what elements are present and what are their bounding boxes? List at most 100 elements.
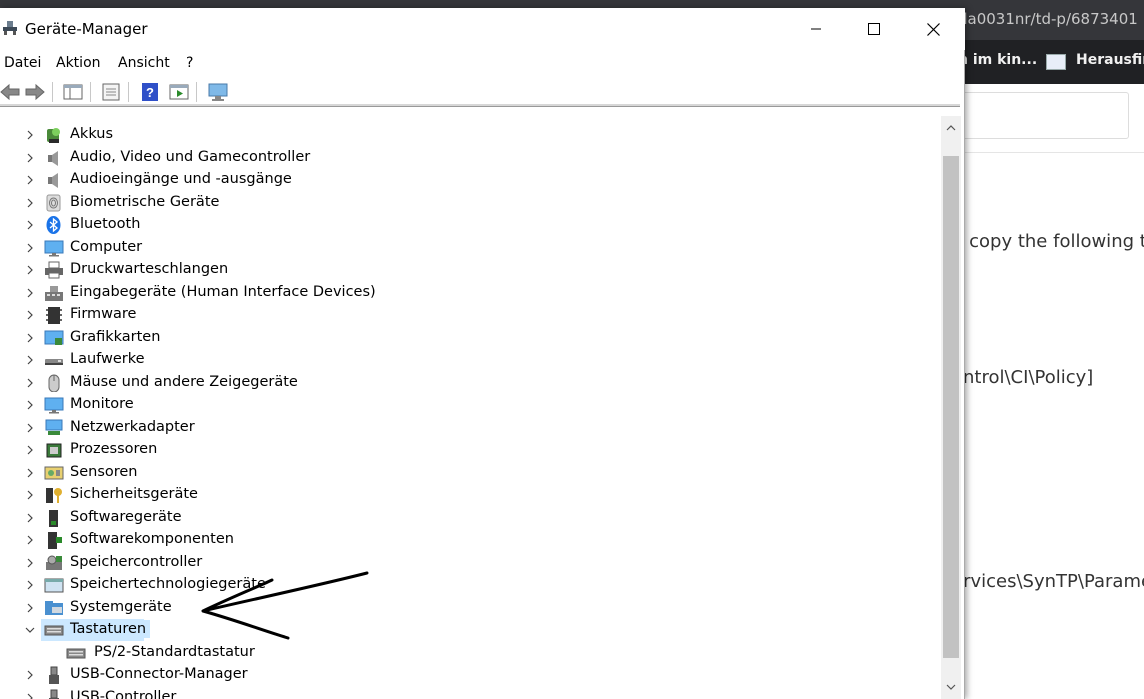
chevron-right-icon[interactable] (24, 352, 36, 368)
scroll-down-button[interactable] (941, 677, 961, 697)
tree-category-item[interactable]: Softwarekomponenten (0, 529, 940, 551)
battery-icon (44, 126, 64, 144)
tree-category-item[interactable]: Mäuse und andere Zeigegeräte (0, 372, 940, 394)
tree-category-item[interactable]: Monitore (0, 394, 940, 416)
console-tree-button[interactable] (61, 80, 85, 104)
menu-ansicht[interactable]: Ansicht (118, 55, 170, 71)
chevron-right-icon[interactable] (24, 397, 36, 413)
tree-category-item[interactable]: USB-Controller (0, 687, 940, 699)
chevron-right-icon[interactable] (24, 532, 36, 548)
chevron-right-icon[interactable] (24, 442, 36, 458)
browser-url-text[interactable]: da0031nr/td-p/6873401 (958, 10, 1138, 28)
chevron-right-icon[interactable] (24, 285, 36, 301)
chevron-right-icon[interactable] (24, 172, 36, 188)
software-device-icon (44, 509, 64, 527)
tree-item-label: Laufwerke (70, 351, 145, 367)
chevron-right-icon[interactable] (24, 465, 36, 481)
chevron-down-icon[interactable] (24, 622, 36, 638)
menu-aktion[interactable]: Aktion (56, 55, 101, 71)
tree-category-item[interactable]: Laufwerke (0, 349, 940, 371)
chevron-right-icon[interactable] (24, 487, 36, 503)
tree-category-item[interactable]: Druckwarteschlangen (0, 259, 940, 281)
chevron-right-icon[interactable] (24, 262, 36, 278)
tree-item-label: Speichertechnologiegeräte (70, 576, 266, 592)
back-icon (0, 83, 20, 101)
bluetooth-icon (44, 216, 64, 234)
chevron-right-icon[interactable] (24, 217, 36, 233)
tree-item-label: Tastaturen (66, 620, 151, 638)
bookmark-favicon-icon (1046, 54, 1066, 70)
run-button[interactable] (167, 80, 191, 104)
title-bar[interactable]: Geräte-Manager (0, 8, 965, 50)
forward-icon (25, 83, 45, 101)
tree-category-item[interactable]: Computer (0, 237, 940, 259)
back-button[interactable] (0, 80, 22, 104)
properties-button[interactable] (99, 80, 123, 104)
security-key-icon (44, 486, 64, 504)
scan-hardware-icon (208, 83, 228, 101)
tree-category-item[interactable]: Grafikkarten (0, 327, 940, 349)
bookmark-item[interactable]: Herausfind (1076, 52, 1144, 68)
tree-category-item[interactable]: Systemgeräte (0, 597, 940, 619)
chevron-right-icon[interactable] (24, 510, 36, 526)
chevron-right-icon[interactable] (24, 127, 36, 143)
tree-category-item[interactable]: Akkus (0, 124, 940, 146)
chevron-right-icon[interactable] (24, 577, 36, 593)
menu-datei[interactable]: Datei (4, 55, 41, 71)
window-title: Geräte-Manager (25, 20, 148, 38)
tree-item-label: USB-Controller (70, 688, 177, 699)
tree-category-item[interactable]: Audio, Video und Gamecontroller (0, 147, 940, 169)
chevron-right-icon[interactable] (24, 375, 36, 391)
scroll-up-button[interactable] (941, 118, 961, 138)
close-button[interactable] (904, 8, 962, 50)
tree-category-item[interactable]: USB-Connector-Manager (0, 664, 940, 686)
help-button[interactable]: ? (138, 80, 162, 104)
chevron-right-icon[interactable] (24, 690, 36, 699)
bookmark-item[interactable]: n im kin... (958, 52, 1037, 68)
tree-category-item[interactable]: Eingabegeräte (Human Interface Devices) (0, 282, 940, 304)
tree-category-item[interactable]: Sicherheitsgeräte (0, 484, 940, 506)
toolbar-separator (52, 82, 53, 102)
chevron-right-icon[interactable] (24, 600, 36, 616)
minimize-button[interactable] (787, 8, 845, 50)
device-manager-icon (3, 21, 17, 35)
usb-icon (44, 689, 64, 699)
tree-category-item[interactable]: Netzwerkadapter (0, 417, 940, 439)
chevron-right-icon[interactable] (24, 150, 36, 166)
menu-help[interactable]: ? (186, 55, 193, 71)
tree-category-item[interactable]: Sensoren (0, 462, 940, 484)
software-component-icon (44, 531, 64, 549)
tree-item-label: Monitore (70, 396, 134, 412)
vertical-scrollbar[interactable] (941, 116, 961, 699)
tree-category-item[interactable]: Softwaregeräte (0, 507, 940, 529)
tree-category-item[interactable]: Bluetooth (0, 214, 940, 236)
chevron-right-icon[interactable] (24, 667, 36, 683)
maximize-button[interactable] (845, 8, 903, 50)
chevron-right-icon[interactable] (24, 420, 36, 436)
chevron-right-icon[interactable] (24, 195, 36, 211)
tree-category-item[interactable]: Prozessoren (0, 439, 940, 461)
tree-category-item[interactable]: Tastaturen (0, 619, 940, 641)
minimize-icon (811, 28, 821, 30)
tree-item-label: Sicherheitsgeräte (70, 486, 198, 502)
browser-page-search-box[interactable] (958, 92, 1129, 139)
scrollbar-thumb[interactable] (943, 156, 959, 658)
tree-category-item[interactable]: Speichercontroller (0, 552, 940, 574)
chevron-right-icon[interactable] (24, 555, 36, 571)
tree-category-item[interactable]: Audioeingänge und -ausgänge (0, 169, 940, 191)
tree-item-label: Druckwarteschlangen (70, 261, 229, 277)
forward-button[interactable] (23, 80, 47, 104)
maximize-icon (868, 23, 880, 35)
tree-item-label: Bluetooth (70, 216, 141, 232)
chevron-right-icon[interactable] (24, 330, 36, 346)
system-folder-icon (44, 599, 64, 617)
chevron-right-icon[interactable] (24, 307, 36, 323)
tree-category-item[interactable]: Firmware (0, 304, 940, 326)
tree-child-item[interactable]: PS/2-Standardtastatur (0, 642, 940, 664)
tree-item-label: Softwaregeräte (70, 508, 182, 525)
chevron-right-icon[interactable] (24, 240, 36, 256)
tree-category-item[interactable]: Biometrische Geräte (0, 192, 940, 214)
tree-item-label: Akkus (70, 126, 114, 142)
scan-hardware-button[interactable] (206, 80, 230, 104)
tree-category-item[interactable]: Speichertechnologiegeräte (0, 574, 940, 596)
